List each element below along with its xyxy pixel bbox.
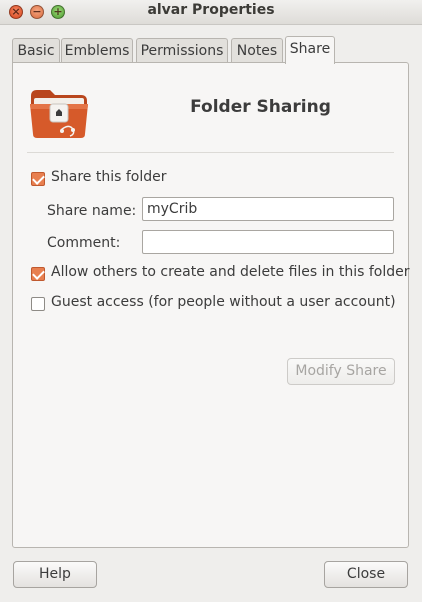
share-this-folder-label[interactable]: Share this folder [51,169,167,185]
guest-access-checkbox[interactable] [31,297,45,311]
allow-others-checkbox[interactable] [31,267,45,281]
modify-share-button[interactable]: Modify Share [287,358,395,385]
folder-share-icon [30,90,88,138]
comment-input[interactable] [142,230,394,254]
tab-notes[interactable]: Notes [231,38,283,62]
tab-share[interactable]: Share [285,36,335,64]
help-button[interactable]: Help [13,561,97,588]
tab-permissions[interactable]: Permissions [136,38,228,62]
share-this-folder-checkbox[interactable] [31,172,45,186]
guest-access-label[interactable]: Guest access (for people without a user … [51,294,396,310]
allow-others-label[interactable]: Allow others to create and delete files … [51,264,410,280]
title-bar: × − + alvar Properties [0,0,422,25]
tab-basic[interactable]: Basic [12,38,60,62]
tab-emblems[interactable]: Emblems [61,38,133,62]
share-panel: Folder Sharing Share this folder Share n… [12,62,410,548]
share-name-label: Share name: [47,203,137,219]
separator [27,152,394,153]
comment-label: Comment: [47,235,121,251]
panel-heading: Folder Sharing [190,97,331,117]
share-name-input[interactable]: myCrib [142,197,394,221]
window-title: alvar Properties [147,2,275,18]
close-button[interactable]: Close [324,561,408,588]
